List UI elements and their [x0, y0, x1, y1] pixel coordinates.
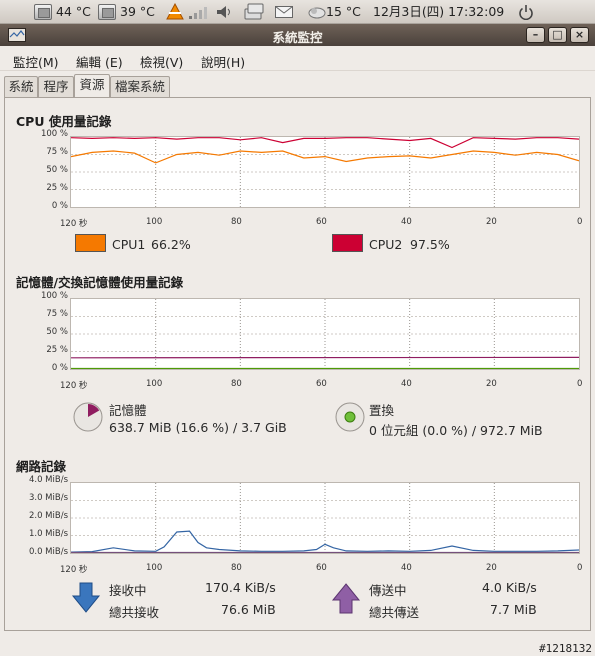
tab-processes[interactable]: 程序 — [38, 76, 74, 98]
cpu-y-tick-label: 75 % — [46, 147, 68, 157]
total-received-label: 總共接收 — [109, 605, 160, 620]
memory-pie-icon[interactable] — [72, 401, 104, 433]
mem-y-tick-label: 0 % — [51, 363, 68, 373]
vlc-icon[interactable] — [165, 3, 185, 21]
mem-x-tick-label: 120 秒 — [60, 381, 88, 391]
mem-y-tick-label: 50 % — [46, 327, 68, 337]
resources-panel: CPU 使用量記錄 100 % 75 % 50 % 25 % 0 % 120 秒 100 8… — [4, 97, 591, 631]
swap-pie-icon[interactable] — [334, 401, 366, 433]
receiving-label: 接收中 — [109, 583, 147, 598]
memory-value: 638.7 MiB (16.6 %) / 3.7 GiB — [109, 420, 287, 435]
net-plot-svg — [71, 483, 579, 553]
cpu-plot-svg — [71, 137, 579, 207]
mem-x-tick-label: 60 — [316, 379, 327, 389]
net-x-tick-label: 120 秒 — [60, 565, 88, 575]
close-button[interactable]: × — [570, 27, 589, 43]
cpu1-value: 66.2% — [151, 237, 191, 252]
upload-arrow-icon[interactable] — [331, 582, 361, 614]
memory-graph — [70, 298, 580, 370]
sending-value: 4.0 KiB/s — [482, 580, 537, 595]
memory-label: 記憶體 — [109, 403, 147, 418]
cpu2-label: CPU2 — [369, 237, 403, 252]
menu-edit[interactable]: 編輯 (E) — [76, 52, 123, 71]
memory-history-title: 記憶體/交換記憶體使用量記錄 — [16, 275, 184, 290]
weather-icon[interactable] — [308, 5, 326, 19]
net-x-tick-label: 60 — [316, 563, 327, 573]
window-titlebar[interactable]: 系統監控 – □ × — [0, 24, 595, 46]
mem-y-tick-label: 25 % — [46, 345, 68, 355]
receiving-value: 170.4 KiB/s — [205, 580, 276, 595]
swap-label: 置換 — [369, 403, 395, 418]
watermark: #1218132 — [539, 642, 592, 655]
volume-icon[interactable] — [216, 5, 234, 19]
tab-resources[interactable]: 資源 — [74, 74, 110, 98]
total-sent-label: 總共傳送 — [369, 605, 420, 620]
network-manager-icon[interactable] — [241, 2, 267, 22]
window-bottom: #1218132 — [0, 632, 595, 656]
download-arrow-icon[interactable] — [71, 582, 101, 614]
cpu2-color-swatch[interactable] — [332, 234, 363, 252]
mem-x-tick-label: 40 — [401, 379, 412, 389]
cpu-y-tick-label: 50 % — [46, 165, 68, 175]
mem-x-tick-label: 0 — [577, 379, 583, 389]
network-history-title: 網路記錄 — [16, 459, 67, 474]
cpu-temp-2: 39 °C — [120, 4, 155, 19]
sending-label: 傳送中 — [369, 583, 407, 598]
cpu2-value: 97.5% — [410, 237, 450, 252]
cpu1-color-swatch[interactable] — [75, 234, 106, 252]
cpu-x-tick-label: 40 — [401, 217, 412, 227]
mem-x-tick-label: 80 — [231, 379, 242, 389]
mem-x-tick-label: 20 — [486, 379, 497, 389]
cpu-temp-icon[interactable] — [34, 4, 52, 20]
cpu-x-tick-label: 20 — [486, 217, 497, 227]
mail-icon[interactable] — [275, 6, 293, 18]
cpu-graph — [70, 136, 580, 208]
window-title: 系統監控 — [272, 30, 323, 45]
top-panel: 44 °C 39 °C 15 °C 12月3日(四) 17:32:09 — [0, 0, 595, 24]
tab-system[interactable]: 系統 — [4, 76, 38, 98]
net-x-tick-label: 40 — [401, 563, 412, 573]
net-x-tick-label: 100 — [146, 563, 163, 573]
cpu-temp-icon[interactable] — [98, 4, 116, 20]
mem-y-tick-label: 75 % — [46, 309, 68, 319]
tab-filesystems[interactable]: 檔案系統 — [110, 76, 170, 98]
power-icon[interactable] — [518, 4, 534, 20]
cpu-y-tick-label: 100 % — [40, 129, 68, 139]
mem-y-tick-label: 100 % — [40, 291, 68, 301]
menu-monitor[interactable]: 監控(M) — [13, 52, 59, 71]
menu-help[interactable]: 說明(H) — [201, 52, 245, 71]
cpu-x-tick-label: 60 — [316, 217, 327, 227]
mem-plot-svg — [71, 299, 579, 369]
cpu-x-tick-label: 120 秒 — [60, 219, 88, 229]
cpu-history-title: CPU 使用量記錄 — [16, 114, 112, 129]
cpu-x-tick-label: 0 — [577, 217, 583, 227]
cpu-x-tick-label: 80 — [231, 217, 242, 227]
menubar: 監控(M) 編輯 (E) 檢視(V) 說明(H) — [0, 47, 595, 71]
total-sent-value: 7.7 MiB — [490, 602, 537, 617]
total-received-value: 76.6 MiB — [221, 602, 276, 617]
maximize-button[interactable]: □ — [548, 27, 567, 43]
net-x-tick-label: 0 — [577, 563, 583, 573]
weather-temp[interactable]: 15 °C — [326, 0, 361, 24]
net-y-tick-label: 1.0 MiB/s — [28, 529, 68, 539]
clock[interactable]: 12月3日(四) 17:32:09 — [373, 0, 504, 24]
cpu-x-tick-label: 100 — [146, 217, 163, 227]
swap-value: 0 位元組 (0.0 %) / 972.7 MiB — [369, 423, 543, 438]
mem-x-tick-label: 100 — [146, 379, 163, 389]
minimize-button[interactable]: – — [526, 27, 545, 43]
cpu1-label: CPU1 — [112, 237, 146, 252]
cpu-temp-1: 44 °C — [56, 4, 91, 19]
menu-view[interactable]: 檢視(V) — [140, 52, 183, 71]
network-graph — [70, 482, 580, 554]
cpu-y-tick-label: 0 % — [51, 201, 68, 211]
net-x-tick-label: 20 — [486, 563, 497, 573]
net-y-tick-label: 0.0 MiB/s — [28, 547, 68, 557]
net-y-tick-label: 4.0 MiB/s — [28, 475, 68, 485]
cpu-y-tick-label: 25 % — [46, 183, 68, 193]
net-y-tick-label: 3.0 MiB/s — [28, 493, 68, 503]
net-x-tick-label: 80 — [231, 563, 242, 573]
net-y-tick-label: 2.0 MiB/s — [28, 511, 68, 521]
network-icon[interactable] — [188, 6, 210, 20]
